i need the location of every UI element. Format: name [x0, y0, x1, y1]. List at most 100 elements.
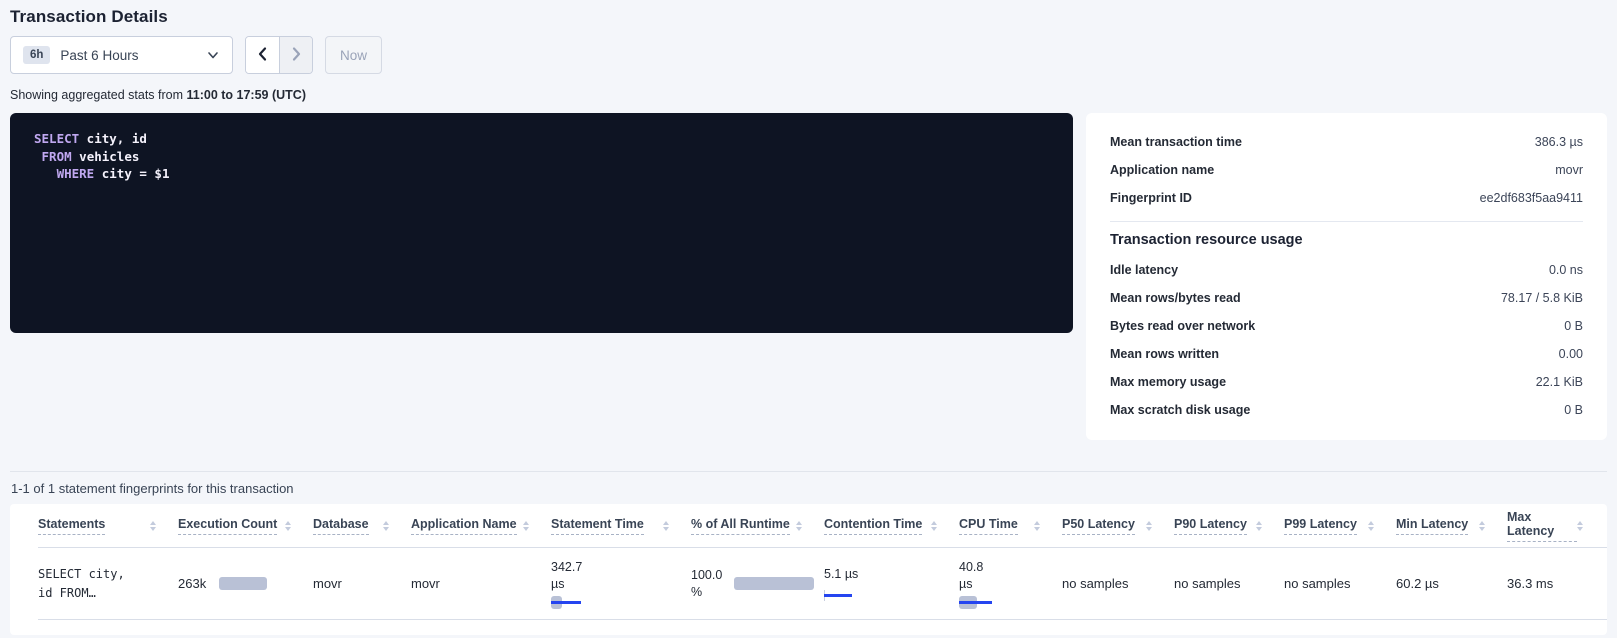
sort-icon	[285, 521, 291, 531]
runtime-bar	[734, 577, 814, 590]
column-label: Contention Time	[824, 517, 922, 535]
column-label: Database	[313, 517, 369, 535]
column-header-contention-time[interactable]: Contention Time	[824, 517, 959, 535]
column-header-p99-latency[interactable]: P99 Latency	[1284, 517, 1396, 535]
resource-value: 0 B	[1564, 403, 1583, 417]
column-header-min-latency[interactable]: Min Latency	[1396, 517, 1507, 535]
sql-line: SELECT city, id	[34, 130, 1049, 148]
next-time-button[interactable]	[279, 37, 312, 73]
statement-text-line2: id FROM…	[38, 584, 178, 603]
column-label: Statements	[38, 517, 105, 535]
prev-time-button[interactable]	[246, 37, 279, 73]
cell-min-latency: 60.2 µs	[1396, 576, 1507, 591]
column-label: CPU Time	[959, 517, 1018, 535]
column-header-database[interactable]: Database	[313, 517, 411, 535]
sql-statement-box: SELECT city, id FROM vehicles WHERE city…	[10, 113, 1073, 333]
sort-icon	[1479, 521, 1485, 531]
runtime-value: 100.0	[691, 567, 722, 584]
sql-indent	[34, 166, 57, 181]
sql-indent	[34, 149, 42, 164]
cpu-time-unit: µs	[959, 576, 1062, 593]
page-title: Transaction Details	[10, 0, 1607, 27]
sort-icon	[1256, 521, 1262, 531]
statements-table: Statements Execution Count Database Appl…	[10, 504, 1607, 635]
now-button[interactable]: Now	[325, 36, 382, 74]
column-header-runtime-pct[interactable]: % of All Runtime	[691, 517, 824, 535]
cell-p50-latency: no samples	[1062, 576, 1174, 591]
column-label: Min Latency	[1396, 517, 1468, 535]
sort-icon	[1577, 521, 1583, 531]
column-label: Max Latency	[1507, 510, 1577, 542]
cell-statement[interactable]: SELECT city, id FROM…	[38, 565, 178, 603]
column-header-max-latency[interactable]: Max Latency	[1507, 510, 1605, 542]
statement-time-bar-line	[551, 601, 581, 604]
chevron-right-icon	[289, 46, 303, 65]
transaction-details-page: Transaction Details 6h Past 6 Hours Now	[0, 0, 1617, 635]
resource-value: 22.1 KiB	[1536, 375, 1583, 389]
cpu-time-value: 40.8	[959, 559, 1062, 576]
resource-value: 78.17 / 5.8 KiB	[1501, 291, 1583, 305]
transaction-summary-card: Mean transaction time 386.3 µs Applicati…	[1086, 113, 1607, 440]
execution-count-value: 263k	[178, 576, 206, 591]
aggregated-stats-caption: Showing aggregated stats from 11:00 to 1…	[10, 88, 1607, 102]
summary-row-fingerprint-id: Fingerprint ID ee2df683f5aa9411	[1110, 184, 1583, 212]
column-label: P90 Latency	[1174, 517, 1247, 535]
resource-label: Mean rows/bytes read	[1110, 291, 1241, 305]
time-controls: 6h Past 6 Hours Now	[10, 36, 1607, 74]
summary-value: ee2df683f5aa9411	[1480, 191, 1583, 205]
column-header-p90-latency[interactable]: P90 Latency	[1174, 517, 1284, 535]
column-header-p50-latency[interactable]: P50 Latency	[1062, 517, 1174, 535]
time-range-badge: 6h	[23, 46, 50, 64]
sort-icon	[523, 521, 529, 531]
column-label: P99 Latency	[1284, 517, 1357, 535]
sort-icon	[1368, 521, 1374, 531]
resource-value: 0.0 ns	[1549, 263, 1583, 277]
column-header-cpu-time[interactable]: CPU Time	[959, 517, 1062, 535]
column-header-application-name[interactable]: Application Name	[411, 517, 551, 535]
statement-time-value: 342.7	[551, 559, 691, 576]
cell-max-latency: 36.3 ms	[1507, 576, 1605, 591]
statements-table-header: Statements Execution Count Database Appl…	[38, 504, 1607, 548]
resource-row-bytes-read-over-network: Bytes read over network 0 B	[1110, 312, 1583, 340]
column-label: P50 Latency	[1062, 517, 1135, 535]
caption-prefix: Showing aggregated stats from	[10, 88, 187, 102]
section-divider	[10, 471, 1607, 472]
cell-application-name: movr	[411, 576, 551, 591]
column-label: Statement Time	[551, 517, 644, 535]
contention-time-bar	[824, 589, 864, 602]
sql-text: city = $1	[94, 166, 169, 181]
cell-cpu-time: 40.8 µs	[959, 559, 1062, 609]
chevron-down-icon	[206, 48, 220, 62]
cell-statement-time: 342.7 µs	[551, 559, 691, 609]
summary-divider	[1110, 221, 1583, 222]
column-label: % of All Runtime	[691, 517, 790, 535]
chevron-left-icon	[256, 46, 270, 65]
resource-value: 0.00	[1559, 347, 1583, 361]
summary-label: Mean transaction time	[1110, 135, 1242, 149]
sql-line: FROM vehicles	[34, 148, 1049, 166]
cell-p99-latency: no samples	[1284, 576, 1396, 591]
column-header-statement-time[interactable]: Statement Time	[551, 517, 691, 535]
column-header-statements[interactable]: Statements	[38, 517, 178, 535]
summary-label: Application name	[1110, 163, 1214, 177]
statements-count-caption: 1-1 of 1 statement fingerprints for this…	[10, 481, 1607, 496]
time-range-label: Past 6 Hours	[60, 48, 138, 63]
summary-label: Fingerprint ID	[1110, 191, 1192, 205]
caption-range: 11:00 to 17:59 (UTC)	[187, 88, 306, 102]
sort-icon	[663, 521, 669, 531]
summary-value: 386.3 µs	[1535, 135, 1583, 149]
cell-runtime-pct: 100.0 %	[691, 567, 824, 601]
resource-label: Bytes read over network	[1110, 319, 1255, 333]
statement-time-unit: µs	[551, 576, 691, 593]
resource-row-idle-latency: Idle latency 0.0 ns	[1110, 256, 1583, 284]
cell-p90-latency: no samples	[1174, 576, 1284, 591]
column-label: Execution Count	[178, 517, 277, 535]
sql-text: vehicles	[72, 149, 140, 164]
time-range-dropdown[interactable]: 6h Past 6 Hours	[10, 36, 233, 74]
sort-icon	[1034, 521, 1040, 531]
cell-database: movr	[313, 576, 411, 591]
column-header-execution-count[interactable]: Execution Count	[178, 517, 313, 535]
resource-label: Mean rows written	[1110, 347, 1219, 361]
execution-count-bar	[219, 577, 267, 590]
sql-keyword: SELECT	[34, 131, 79, 146]
